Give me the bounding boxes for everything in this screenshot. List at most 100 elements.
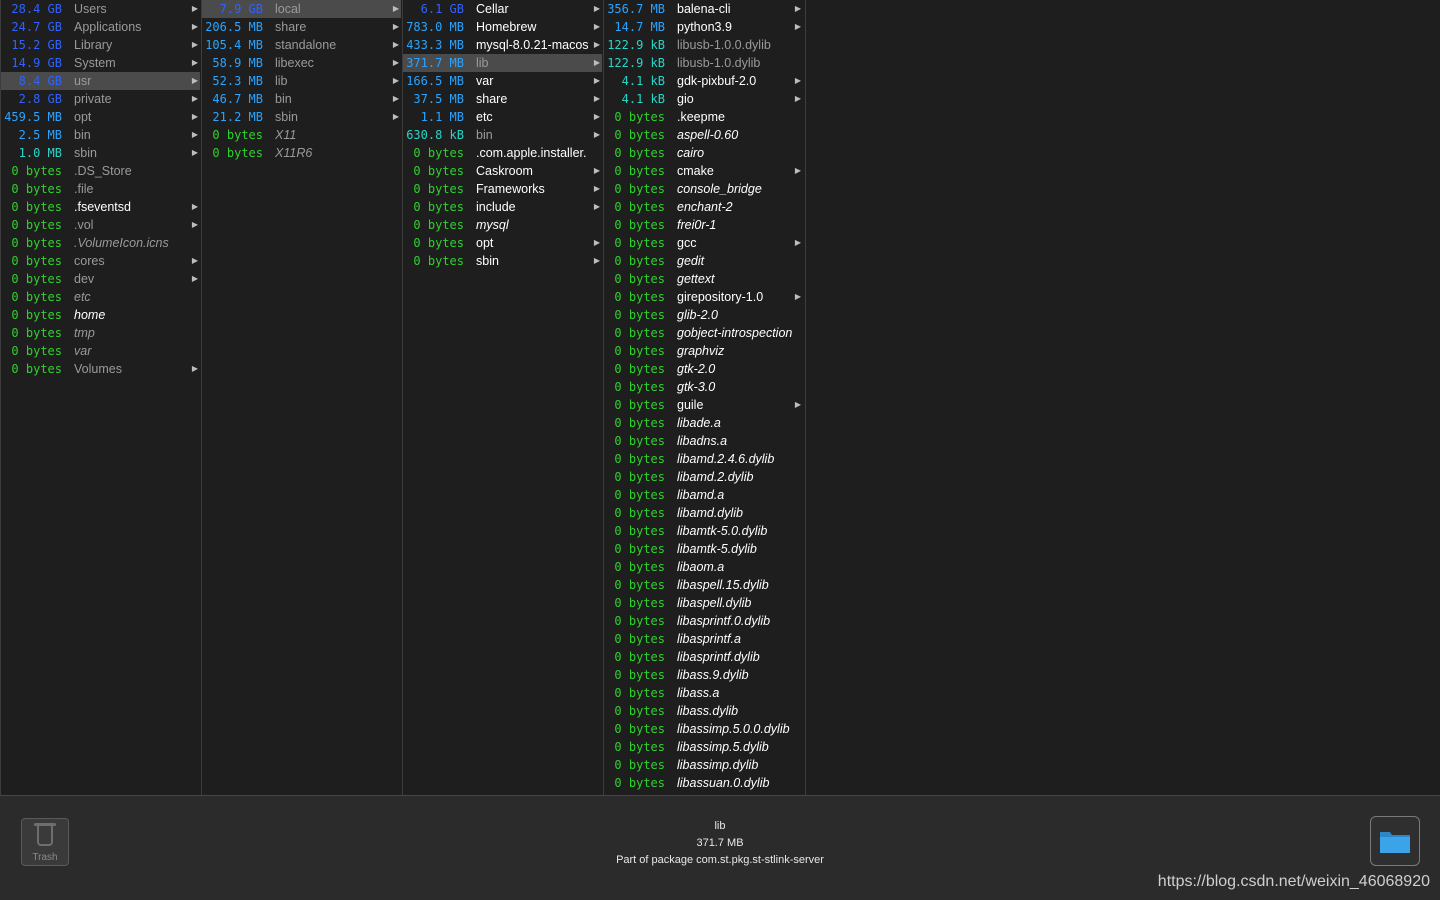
file-row[interactable]: 0 bytes girepository-1.0 ▶ (604, 288, 803, 306)
file-row[interactable]: 0 bytes aspell-0.60 (604, 126, 803, 144)
file-row[interactable]: 0 bytes libass.dylib (604, 702, 803, 720)
file-row[interactable]: 0 bytes graphviz (604, 342, 803, 360)
file-row[interactable]: 0 bytes libamtk-5.dylib (604, 540, 803, 558)
file-row[interactable]: 0 bytes .file (1, 180, 200, 198)
file-row[interactable]: 0 bytes cmake ▶ (604, 162, 803, 180)
file-row[interactable]: 2.5 MB bin ▶ (1, 126, 200, 144)
file-row[interactable]: 0 bytes libamd.2.4.6.dylib (604, 450, 803, 468)
disclosure-arrow-icon: ▶ (593, 202, 600, 211)
file-row[interactable]: 2.8 GB private ▶ (1, 90, 200, 108)
file-row[interactable]: 0 bytes X11R6 (202, 144, 401, 162)
file-row[interactable]: 433.3 MB mysql-8.0.21-macos ▶ (403, 36, 602, 54)
file-row[interactable]: 0 bytes tmp (1, 324, 200, 342)
file-row[interactable]: 0 bytes libamd.dylib (604, 504, 803, 522)
file-row[interactable]: 371.7 MB lib ▶ (403, 54, 602, 72)
file-row[interactable]: 0 bytes Frameworks ▶ (403, 180, 602, 198)
file-row[interactable]: 0 bytes X11 (202, 126, 401, 144)
file-row[interactable]: 459.5 MB opt ▶ (1, 108, 200, 126)
file-row[interactable]: 14.7 MB python3.9 ▶ (604, 18, 803, 36)
file-row[interactable]: 1.0 MB sbin ▶ (1, 144, 200, 162)
file-row[interactable]: 0 bytes libaspell.dylib (604, 594, 803, 612)
file-row[interactable]: 0 bytes libasprintf.a (604, 630, 803, 648)
file-row[interactable]: 24.7 GB Applications ▶ (1, 18, 200, 36)
file-row[interactable]: 4.1 kB gio ▶ (604, 90, 803, 108)
file-row[interactable]: 0 bytes libasprintf.0.dylib (604, 612, 803, 630)
file-row[interactable]: 0 bytes libassimp.5.dylib (604, 738, 803, 756)
file-row[interactable]: 0 bytes .com.apple.installer. (403, 144, 602, 162)
file-row[interactable]: 0 bytes gtk-3.0 (604, 378, 803, 396)
file-row[interactable]: 356.7 MB balena-cli ▶ (604, 0, 803, 18)
file-row[interactable]: 8.4 GB usr ▶ (1, 72, 200, 90)
file-row[interactable]: 0 bytes include ▶ (403, 198, 602, 216)
file-row[interactable]: 46.7 MB bin ▶ (202, 90, 401, 108)
file-row[interactable]: 0 bytes libadns.a (604, 432, 803, 450)
file-row[interactable]: 166.5 MB var ▶ (403, 72, 602, 90)
file-row[interactable]: 0 bytes libamd.2.dylib (604, 468, 803, 486)
file-row[interactable]: 0 bytes libassuan.0.dylib (604, 774, 803, 792)
file-row[interactable]: 0 bytes gedit (604, 252, 803, 270)
file-row[interactable]: 0 bytes gtk-2.0 (604, 360, 803, 378)
file-row[interactable]: 0 bytes mysql (403, 216, 602, 234)
file-row[interactable]: 0 bytes gobject-introspection (604, 324, 803, 342)
file-row[interactable]: 0 bytes libade.a (604, 414, 803, 432)
file-row[interactable]: 0 bytes libass.a (604, 684, 803, 702)
file-row[interactable]: 58.9 MB libexec ▶ (202, 54, 401, 72)
column-lib[interactable]: 356.7 MB balena-cli ▶ 14.7 MB python3.9 ▶ 122.… (603, 0, 803, 795)
file-name: X11 (275, 128, 297, 142)
file-row[interactable]: 15.2 GB Library ▶ (1, 36, 200, 54)
file-row[interactable]: 6.1 GB Cellar ▶ (403, 0, 602, 18)
file-row[interactable]: 0 bytes libaom.a (604, 558, 803, 576)
file-row[interactable]: 0 bytes .DS_Store (1, 162, 200, 180)
file-row[interactable]: 0 bytes libassimp.5.0.0.dylib (604, 720, 803, 738)
file-row[interactable]: 0 bytes libassimp.dylib (604, 756, 803, 774)
file-row[interactable]: 0 bytes opt ▶ (403, 234, 602, 252)
file-row[interactable]: 0 bytes home (1, 306, 200, 324)
file-name: libass.9.dylib (677, 668, 749, 682)
file-size: 4.1 kB (621, 74, 665, 88)
file-row[interactable]: 1.1 MB etc ▶ (403, 108, 602, 126)
file-row[interactable]: 630.8 kB bin ▶ (403, 126, 602, 144)
file-row[interactable]: 0 bytes libamd.a (604, 486, 803, 504)
file-row[interactable]: 0 bytes .fseventsd ▶ (1, 198, 200, 216)
file-row[interactable]: 0 bytes gettext (604, 270, 803, 288)
file-row[interactable]: 37.5 MB share ▶ (403, 90, 602, 108)
file-row[interactable]: 28.4 GB Users ▶ (1, 0, 200, 18)
column-usr[interactable]: 7.9 GB local ▶ 206.5 MB share ▶ 105.4 MB standa… (201, 0, 401, 795)
file-row[interactable]: 0 bytes libaspell.15.dylib (604, 576, 803, 594)
reveal-folder-button[interactable] (1370, 816, 1420, 866)
column-root[interactable]: 28.4 GB Users ▶ 24.7 GB Applications ▶ 15.2 GB… (0, 0, 200, 795)
file-row[interactable]: 783.0 MB Homebrew ▶ (403, 18, 602, 36)
file-row[interactable]: 0 bytes .VolumeIcon.icns (1, 234, 200, 252)
file-row[interactable]: 0 bytes enchant-2 (604, 198, 803, 216)
file-row[interactable]: 0 bytes Caskroom ▶ (403, 162, 602, 180)
file-name: balena-cli (677, 2, 731, 16)
trash-button[interactable]: Trash (21, 818, 69, 866)
file-row[interactable]: 0 bytes var (1, 342, 200, 360)
file-row[interactable]: 206.5 MB share ▶ (202, 18, 401, 36)
file-row[interactable]: 0 bytes console_bridge (604, 180, 803, 198)
file-row[interactable]: 0 bytes frei0r-1 (604, 216, 803, 234)
file-row[interactable]: 0 bytes libamtk-5.0.dylib (604, 522, 803, 540)
file-row[interactable]: 0 bytes libasprintf.dylib (604, 648, 803, 666)
file-row[interactable]: 122.9 kB libusb-1.0.dylib (604, 54, 803, 72)
file-row[interactable]: 52.3 MB lib ▶ (202, 72, 401, 90)
file-row[interactable]: 14.9 GB System ▶ (1, 54, 200, 72)
file-row[interactable]: 0 bytes dev ▶ (1, 270, 200, 288)
file-row[interactable]: 0 bytes .keepme (604, 108, 803, 126)
file-row[interactable]: 0 bytes glib-2.0 (604, 306, 803, 324)
file-row[interactable]: 122.9 kB libusb-1.0.0.dylib (604, 36, 803, 54)
file-row[interactable]: 0 bytes sbin ▶ (403, 252, 602, 270)
file-row[interactable]: 4.1 kB gdk-pixbuf-2.0 ▶ (604, 72, 803, 90)
file-row[interactable]: 105.4 MB standalone ▶ (202, 36, 401, 54)
file-row[interactable]: 7.9 GB local ▶ (202, 0, 401, 18)
file-row[interactable]: 0 bytes etc (1, 288, 200, 306)
file-row[interactable]: 0 bytes libass.9.dylib (604, 666, 803, 684)
file-row[interactable]: 0 bytes cores ▶ (1, 252, 200, 270)
file-row[interactable]: 0 bytes guile ▶ (604, 396, 803, 414)
file-row[interactable]: 21.2 MB sbin ▶ (202, 108, 401, 126)
file-row[interactable]: 0 bytes .vol ▶ (1, 216, 200, 234)
column-local[interactable]: 6.1 GB Cellar ▶ 783.0 MB Homebrew ▶ 433.3 MB my… (402, 0, 602, 795)
file-row[interactable]: 0 bytes cairo (604, 144, 803, 162)
file-row[interactable]: 0 bytes gcc ▶ (604, 234, 803, 252)
file-row[interactable]: 0 bytes Volumes ▶ (1, 360, 200, 378)
